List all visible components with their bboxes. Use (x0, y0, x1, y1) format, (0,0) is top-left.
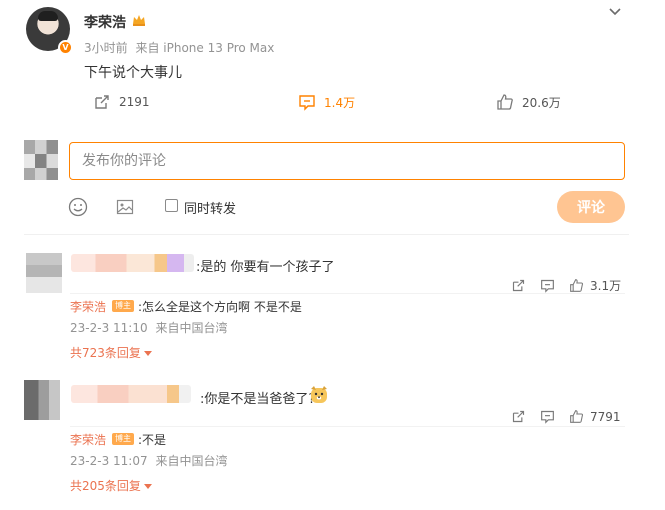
thumbs-up-icon (570, 279, 584, 292)
emoji-icon[interactable] (68, 197, 88, 217)
post-time: 3小时前 (84, 41, 128, 55)
like-count: 20.6万 (522, 95, 561, 110)
reply-meta: 23-2-3 11:10 来自中国台湾 (70, 319, 625, 337)
comment-count: 1.4万 (324, 95, 356, 110)
verified-badge: V (58, 40, 73, 55)
reply-location: 来自中国台湾 (155, 454, 228, 468)
chevron-down-icon[interactable] (607, 5, 623, 19)
dog-face-emoji-icon (311, 386, 327, 403)
reply-count: 共723条回复 (70, 346, 141, 360)
divider (70, 426, 625, 427)
reply-date: 23-2-3 11:07 (70, 454, 148, 468)
reply-line: 李荣浩 博主 :不是 (70, 429, 625, 449)
reply-line: 李荣浩 博主 :怎么全是这个方向啊 不是不是 (70, 296, 625, 316)
reply-meta: 23-2-3 11:07 来自中国台湾 (70, 452, 625, 470)
author-badge: 博主 (112, 300, 135, 312)
reply-text: :不是 (138, 432, 167, 447)
comment-like-count: 3.1万 (590, 279, 622, 293)
commenter-avatar[interactable] (26, 253, 62, 293)
thumbs-up-icon (497, 94, 513, 110)
repost-button[interactable]: 2191 (93, 92, 150, 112)
comment-text: :是的 你要有一个孩子了 (196, 260, 335, 275)
commenter-name-blurred[interactable] (71, 254, 194, 272)
user-avatar (24, 140, 58, 180)
reply-text: :怎么全是这个方向啊 不是不是 (138, 299, 302, 314)
comment-icon (299, 95, 315, 111)
repost-icon[interactable] (511, 278, 526, 293)
poster-name[interactable]: 李荣浩 (84, 12, 126, 32)
comment-like-count: 7791 (590, 409, 621, 424)
post-text: 下午说个大事儿 (84, 65, 182, 81)
image-icon[interactable] (116, 198, 134, 216)
like-button[interactable]: 20.6万 (496, 92, 561, 112)
comment-text: :你是不是当爸爸了? (200, 392, 316, 407)
comment-icon[interactable] (540, 278, 555, 293)
reply: 李荣浩 博主 :不是 23-2-3 11:07 来自中国台湾 共205条回复 (70, 429, 625, 494)
crown-icon (133, 15, 145, 26)
reply: 李荣浩 博主 :怎么全是这个方向啊 不是不是 23-2-3 11:10 来自中国… (70, 296, 625, 361)
reply-location: 来自中国台湾 (155, 321, 228, 335)
comment-like-button[interactable]: 3.1万 (569, 277, 621, 294)
divider (24, 234, 629, 235)
divider (70, 293, 625, 294)
caret-down-icon (143, 350, 152, 356)
comment-actions: 7791 (511, 409, 621, 424)
reply-author[interactable]: 李荣浩 (70, 431, 106, 448)
commenter-name-blurred[interactable] (71, 385, 191, 403)
comment-input[interactable] (69, 142, 625, 180)
author-badge: 博主 (112, 433, 135, 445)
repost-checkbox-label: 同时转发 (184, 202, 237, 217)
comment-icon[interactable] (540, 409, 555, 424)
repost-checkbox[interactable] (165, 199, 178, 212)
comment-actions: 3.1万 (511, 277, 621, 294)
post-meta: 3小时前 来自 iPhone 13 Pro Max (84, 39, 278, 56)
reply-author[interactable]: 李荣浩 (70, 298, 106, 315)
reply-count-link[interactable]: 共205条回复 (70, 477, 625, 494)
reply-count: 共205条回复 (70, 479, 141, 493)
submit-comment-button[interactable]: 评论 (557, 191, 625, 223)
repost-icon[interactable] (511, 409, 526, 424)
caret-down-icon (143, 483, 152, 489)
reply-date: 23-2-3 11:10 (70, 321, 148, 335)
reply-count-link[interactable]: 共723条回复 (70, 344, 625, 361)
thumbs-up-icon (570, 410, 584, 423)
post-source: 来自 iPhone 13 Pro Max (135, 41, 275, 55)
repost-count: 2191 (119, 95, 150, 109)
comment-like-button[interactable]: 7791 (569, 409, 621, 424)
repost-icon (95, 95, 109, 109)
comment-button[interactable]: 1.4万 (298, 92, 355, 112)
commenter-avatar[interactable] (24, 380, 60, 420)
